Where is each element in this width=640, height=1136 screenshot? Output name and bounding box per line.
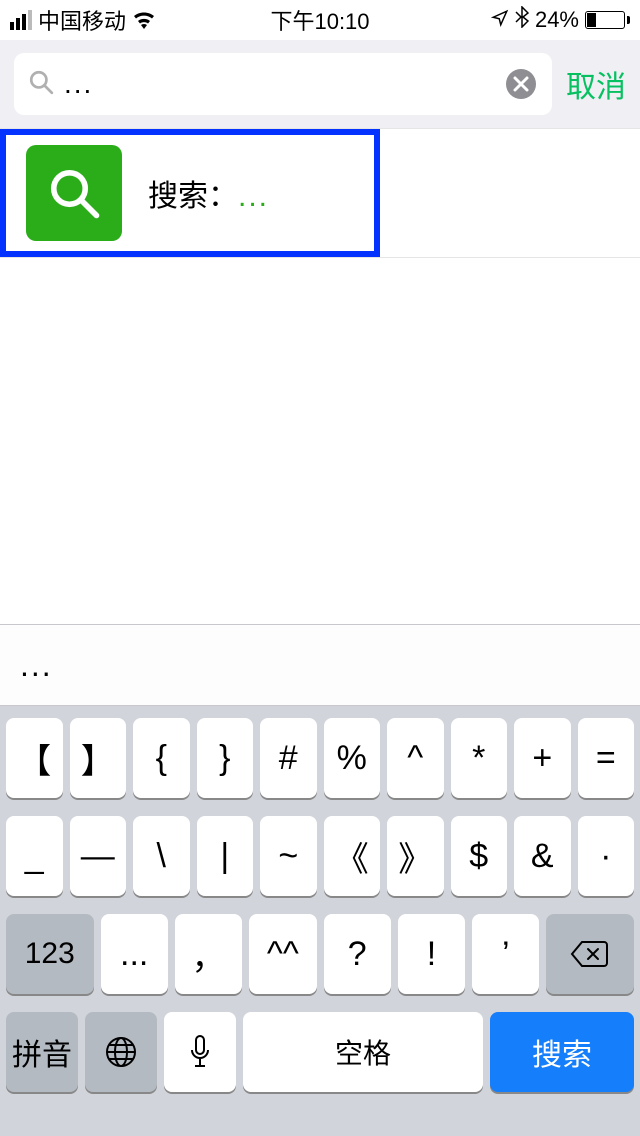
search-input[interactable]: ... bbox=[14, 53, 552, 115]
key-sym[interactable]: + bbox=[514, 718, 571, 798]
key-sym[interactable]: ， bbox=[175, 914, 242, 994]
battery-icon bbox=[585, 11, 630, 29]
search-term: ... bbox=[238, 180, 269, 213]
search-online-label: 搜索：... bbox=[148, 171, 269, 215]
key-sym[interactable]: ~ bbox=[260, 816, 317, 896]
carrier-label: 中国移动 bbox=[38, 4, 126, 36]
search-online-icon bbox=[26, 145, 122, 241]
key-sym[interactable]: & bbox=[514, 816, 571, 896]
keyboard-row-4: 拼音 空格 搜索 bbox=[6, 1012, 634, 1092]
key-sym[interactable]: · bbox=[578, 816, 635, 896]
key-enter[interactable]: 搜索 bbox=[490, 1012, 634, 1092]
candidate-text: ... bbox=[20, 647, 53, 684]
key-globe[interactable] bbox=[85, 1012, 157, 1092]
key-sym[interactable]: ^ bbox=[387, 718, 444, 798]
status-bar: 中国移动 下午10:10 24% bbox=[0, 0, 640, 40]
bluetooth-icon bbox=[515, 6, 529, 34]
key-sym[interactable]: = bbox=[578, 718, 635, 798]
key-sym[interactable]: % bbox=[324, 718, 381, 798]
results-area: 搜索：... bbox=[0, 128, 640, 258]
wifi-icon bbox=[132, 11, 156, 29]
key-sym[interactable]: _ bbox=[6, 816, 63, 896]
location-icon bbox=[491, 7, 509, 33]
key-sym[interactable]: $ bbox=[451, 816, 508, 896]
key-sym[interactable]: ^^ bbox=[249, 914, 316, 994]
key-sym[interactable]: 》 bbox=[387, 816, 444, 896]
key-mode-123[interactable]: 123 bbox=[6, 914, 94, 994]
key-sym[interactable]: 《 bbox=[324, 816, 381, 896]
clear-icon[interactable] bbox=[504, 67, 538, 101]
signal-icon bbox=[10, 10, 32, 30]
key-sym[interactable]: ? bbox=[324, 914, 391, 994]
key-backspace[interactable] bbox=[546, 914, 634, 994]
key-sym[interactable]: 【 bbox=[6, 718, 63, 798]
search-icon bbox=[28, 69, 54, 100]
key-sym[interactable]: * bbox=[451, 718, 508, 798]
cancel-button[interactable]: 取消 bbox=[566, 62, 626, 106]
key-sym[interactable]: ’ bbox=[472, 914, 539, 994]
keyboard: 【 】 { } # % ^ * + = _ — \ | ~ 《 》 $ & · … bbox=[0, 706, 640, 1136]
keyboard-row-3: 123 ... ， ^^ ? ! ’ bbox=[6, 914, 634, 994]
key-sym[interactable]: { bbox=[133, 718, 190, 798]
key-sym[interactable]: ... bbox=[101, 914, 168, 994]
key-ime[interactable]: 拼音 bbox=[6, 1012, 78, 1092]
key-sym[interactable]: \ bbox=[133, 816, 190, 896]
candidate-bar[interactable]: ... bbox=[0, 624, 640, 706]
key-sym[interactable]: ! bbox=[398, 914, 465, 994]
key-sym[interactable]: — bbox=[70, 816, 127, 896]
key-mic[interactable] bbox=[164, 1012, 236, 1092]
key-sym[interactable]: | bbox=[197, 816, 254, 896]
search-prefix: 搜索： bbox=[148, 180, 238, 213]
search-header: ... 取消 bbox=[0, 40, 640, 128]
keyboard-row-2: _ — \ | ~ 《 》 $ & · bbox=[6, 816, 634, 896]
key-sym[interactable]: # bbox=[260, 718, 317, 798]
search-input-text: ... bbox=[64, 68, 494, 100]
key-sym[interactable]: 】 bbox=[70, 718, 127, 798]
key-sym[interactable]: } bbox=[197, 718, 254, 798]
key-space[interactable]: 空格 bbox=[243, 1012, 483, 1092]
keyboard-row-1: 【 】 { } # % ^ * + = bbox=[6, 718, 634, 798]
search-online-row[interactable]: 搜索：... bbox=[0, 129, 380, 257]
battery-pct-label: 24% bbox=[535, 7, 579, 33]
